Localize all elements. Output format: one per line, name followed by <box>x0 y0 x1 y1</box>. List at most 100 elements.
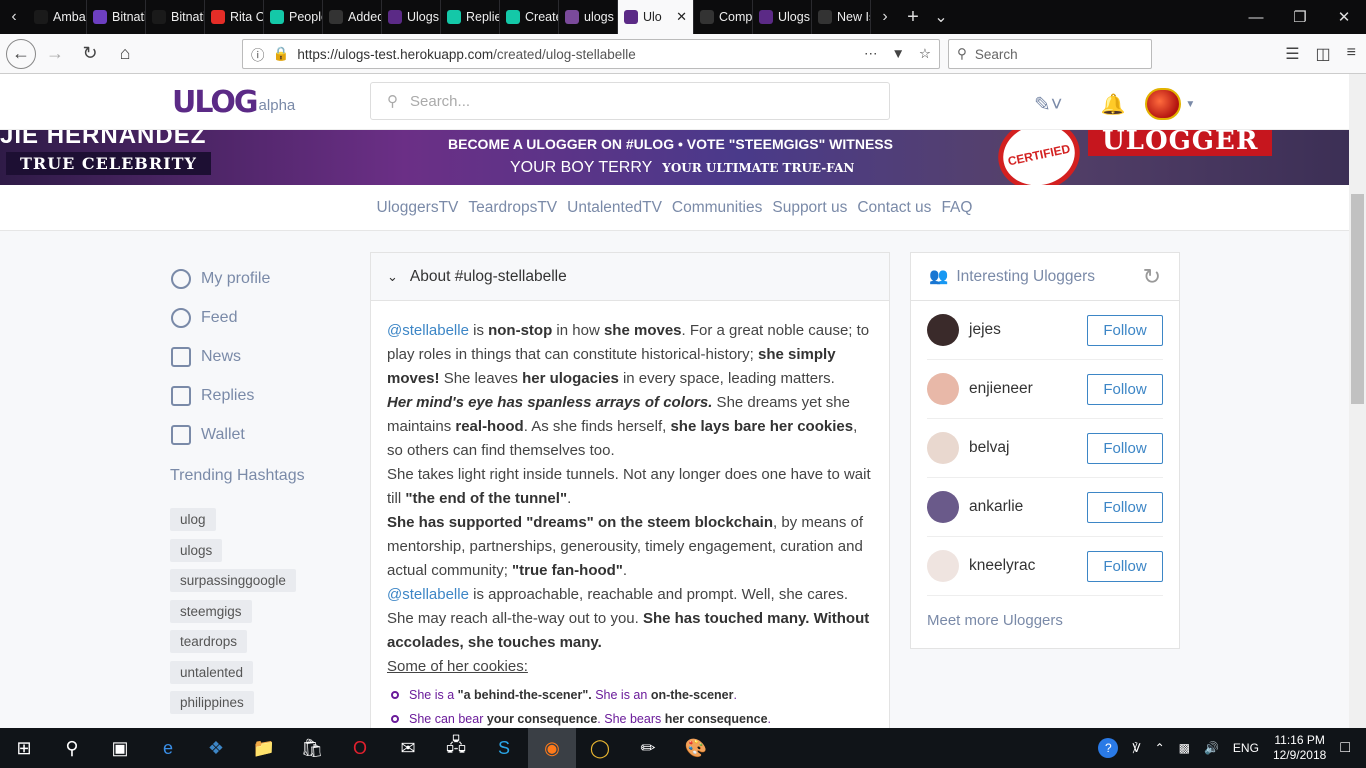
task-view-icon[interactable]: ▣ <box>96 728 144 768</box>
menu-icon[interactable]: ≡ <box>1347 44 1356 64</box>
forward-icon[interactable]: → <box>39 38 71 70</box>
top-link-contact-us[interactable]: Contact us <box>857 199 931 217</box>
top-link-uloggerstv[interactable]: UloggersTV <box>377 199 459 217</box>
network-icon[interactable]: ▩ <box>1179 741 1190 755</box>
browser-tab[interactable]: ulogs <box>559 0 618 34</box>
avatar[interactable] <box>927 373 959 405</box>
mention-link[interactable]: @stellabelle <box>387 322 469 339</box>
sidebar-item-replies[interactable]: Replies <box>171 376 361 415</box>
hashtag-chip[interactable]: ulogs <box>170 538 223 562</box>
store-icon[interactable]: 🛍 <box>288 728 336 768</box>
about-card-header[interactable]: ⌄ About #ulog-stellabelle <box>371 253 889 301</box>
info-icon[interactable]: ⓘ <box>251 44 265 64</box>
sidebar-icon[interactable]: ◫ <box>1316 44 1331 64</box>
ulogger-name[interactable]: kneelyrac <box>969 557 1035 575</box>
url-bar[interactable]: ⓘ 🔒 https://ulogs-test.herokuapp.com/cre… <box>242 39 940 69</box>
scrollbar-thumb[interactable] <box>1351 194 1364 404</box>
browser-search-field[interactable]: ⚲ Search <box>948 39 1152 69</box>
follow-button[interactable]: Follow <box>1087 374 1163 405</box>
skype-icon[interactable]: S <box>480 728 528 768</box>
page-actions-icon[interactable]: ⋯ <box>864 46 878 62</box>
search-icon[interactable]: ⚲ <box>48 728 96 768</box>
page-scrollbar[interactable] <box>1349 74 1366 728</box>
follow-button[interactable]: Follow <box>1087 492 1163 523</box>
hashtag-chip[interactable]: untalented <box>170 660 254 684</box>
back-icon[interactable]: ← <box>6 38 36 69</box>
volume-icon[interactable]: 🔊 <box>1204 741 1219 755</box>
browser-tab[interactable]: Added <box>323 0 382 34</box>
sidebar-item-news[interactable]: News <box>171 337 361 376</box>
edge-icon[interactable]: e <box>144 728 192 768</box>
top-link-communities[interactable]: Communities <box>672 199 762 217</box>
reload-icon[interactable]: ↻ <box>74 38 106 70</box>
mail-icon[interactable]: ✉ <box>384 728 432 768</box>
avatar[interactable] <box>927 314 959 346</box>
close-window-icon[interactable]: ✕ <box>1322 8 1366 26</box>
firefox-icon[interactable]: ◉ <box>528 728 576 768</box>
tabs-scroll-right-icon[interactable]: › <box>871 0 899 34</box>
browser-tab[interactable]: Replie <box>441 0 500 34</box>
browser-tab[interactable]: Ulogs <box>753 0 812 34</box>
hashtag-chip[interactable]: ulog <box>170 508 216 531</box>
notifications-bell-icon[interactable]: 🔔 <box>1100 92 1125 117</box>
ulogger-name[interactable]: jejes <box>969 321 1001 339</box>
user-avatar-menu[interactable]: ▼ <box>1145 88 1195 120</box>
hashtag-chip[interactable]: teardrops <box>170 630 248 653</box>
browser-tab[interactable]: People <box>264 0 323 34</box>
notifications-icon[interactable]: □ <box>1340 739 1350 757</box>
top-link-teardropstv[interactable]: TeardropsTV <box>468 199 557 217</box>
top-link-faq[interactable]: FAQ <box>941 199 972 217</box>
people-icon[interactable]: ℣ <box>1132 741 1140 755</box>
browser-tab[interactable]: Comp <box>694 0 753 34</box>
tabs-scroll-left-icon[interactable]: ‹ <box>0 0 28 34</box>
language-indicator[interactable]: ENG <box>1233 741 1259 755</box>
top-link-support-us[interactable]: Support us <box>772 199 847 217</box>
restore-icon[interactable]: ❐ <box>1278 8 1322 26</box>
clock[interactable]: 11:16 PM 12/9/2018 <box>1273 733 1326 763</box>
sidebar-item-wallet[interactable]: Wallet <box>171 415 361 454</box>
tray-chevron-icon[interactable]: ⌃ <box>1155 741 1165 755</box>
meet-more-link[interactable]: Meet more Uloggers <box>927 612 1163 629</box>
dropbox-icon[interactable]: ❖ <box>192 728 240 768</box>
follow-button[interactable]: Follow <box>1087 433 1163 464</box>
browser-tab[interactable]: Bitnati <box>87 0 146 34</box>
top-link-untalentedtv[interactable]: UntalentedTV <box>567 199 662 217</box>
browser-tab[interactable]: Create <box>500 0 559 34</box>
tab-list-dropdown-icon[interactable]: ⌄ <box>927 0 955 34</box>
avatar[interactable] <box>927 432 959 464</box>
bookmark-star-icon[interactable]: ☆ <box>919 46 931 62</box>
avatar[interactable] <box>927 550 959 582</box>
ulogger-name[interactable]: belvaj <box>969 439 1010 457</box>
ulogger-name[interactable]: ankarlie <box>969 498 1023 516</box>
sidebar-item-my-profile[interactable]: My profile <box>171 259 361 298</box>
mention-link[interactable]: @stellabelle <box>387 586 469 603</box>
sidebar-item-feed[interactable]: Feed <box>171 298 361 337</box>
ulogger-name[interactable]: enjieneer <box>969 380 1033 398</box>
browser-tab[interactable]: Ulogs <box>382 0 441 34</box>
browser-tab[interactable]: Ulo ✕ <box>618 0 694 34</box>
minimize-icon[interactable]: — <box>1234 9 1278 26</box>
browser-tab[interactable]: Amba <box>28 0 87 34</box>
close-tab-icon[interactable]: ✕ <box>676 9 687 25</box>
paint-icon[interactable]: 🎨 <box>672 728 720 768</box>
write-post-icon[interactable]: ✎˅ <box>1034 92 1062 117</box>
help-icon[interactable]: ? <box>1098 738 1119 758</box>
hashtag-chip[interactable]: philippines <box>170 691 254 714</box>
library-icon[interactable]: ☰ <box>1285 44 1299 64</box>
avatar[interactable] <box>927 491 959 523</box>
browser-tab[interactable]: Rita O <box>205 0 264 34</box>
follow-button[interactable]: Follow <box>1087 315 1163 346</box>
hashtag-chip[interactable]: surpassinggoogle <box>170 569 296 592</box>
network-app-icon[interactable]: 🖧 <box>432 728 480 768</box>
browser-tab[interactable]: Bitnati <box>146 0 205 34</box>
site-search-input[interactable]: ⚲ Search... <box>370 82 890 120</box>
opera-icon[interactable]: O <box>336 728 384 768</box>
pen-app-icon[interactable]: ✏ <box>624 728 672 768</box>
windows-start-icon[interactable]: ⊞ <box>0 728 48 768</box>
pocket-icon[interactable]: ▼ <box>892 46 905 62</box>
browser-tab[interactable]: New Is <box>812 0 871 34</box>
chrome-icon[interactable]: ◯ <box>576 728 624 768</box>
refresh-icon[interactable]: ↻ <box>1143 264 1161 290</box>
site-logo[interactable]: ULOG alpha <box>172 88 295 118</box>
home-icon[interactable]: ⌂ <box>109 38 141 70</box>
